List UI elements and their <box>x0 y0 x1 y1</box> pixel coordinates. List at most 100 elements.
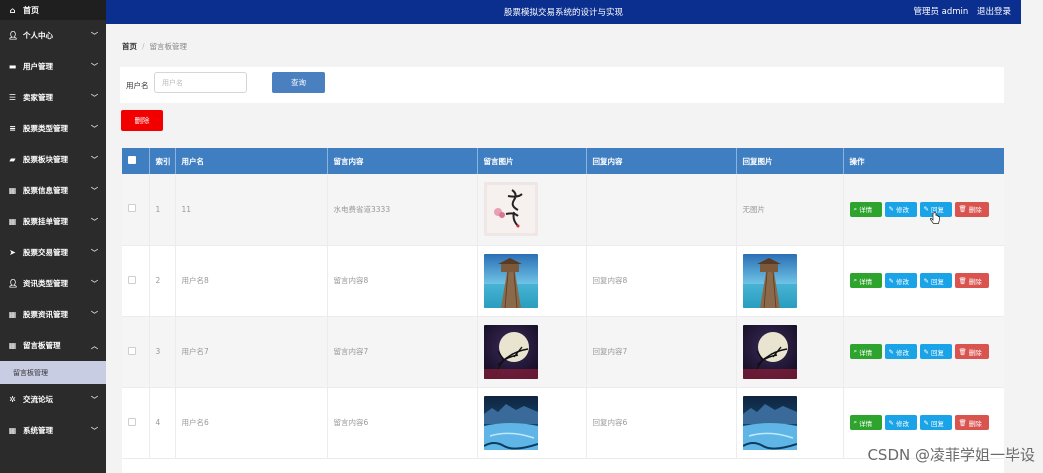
delete-button-label: 删除 <box>968 206 982 215</box>
row-reply <box>586 174 737 246</box>
main-content: 首页/留言板管理 用户名 查询 删除 索引 用户名 留言内容 留言图片 回复内容… <box>106 24 1021 473</box>
sidebar-subitem-active[interactable]: 留言板管理 <box>0 361 106 384</box>
trash-icon: 🗑︎ <box>958 205 967 214</box>
sidebar-item[interactable]: ☰ 卖家管理 ﹀ <box>0 82 106 113</box>
row-reply: 回复内容6 <box>586 387 737 459</box>
logout-link[interactable]: 退出登录 <box>977 7 1011 17</box>
row-checkbox[interactable] <box>128 204 136 213</box>
breadcrumb: 首页 / 留言板管理 <box>122 42 188 51</box>
delete-button[interactable]: 🗑︎ 删除 <box>954 273 989 288</box>
chevron-down-icon: ﹀ <box>91 186 98 195</box>
current-user: 管理员 admin <box>913 7 969 17</box>
search-icon: ⌕ <box>853 204 858 213</box>
sidebar-item[interactable]: ➤ 股票交易管理 ﹀ <box>0 237 106 268</box>
breadcrumb-current: 留言板管理 <box>149 42 188 51</box>
sidebar-item-label: 个人中心 <box>23 31 53 40</box>
batch-delete-button[interactable]: 删除 <box>121 110 163 131</box>
app-title: 股票模拟交易系统的设计与实现 <box>503 8 623 18</box>
column-header: 索引 <box>149 148 176 174</box>
row-content: 留言内容6 <box>327 387 478 459</box>
river-image[interactable] <box>483 395 538 450</box>
column-header: 回复内容 <box>586 148 737 174</box>
detail-button-label: 详情 <box>859 419 873 428</box>
home-icon: ⌂ <box>9 5 16 15</box>
detail-button[interactable]: ⌕ 详情 <box>849 344 882 359</box>
edit-button[interactable]: ✎ 修改 <box>884 201 917 217</box>
query-button[interactable]: 查询 <box>272 72 325 93</box>
table-header-row: 索引 用户名 留言内容 留言图片 回复内容 回复图片 操作 <box>122 148 1004 174</box>
sidebar-item-home[interactable]: ⌂ 首页 <box>0 0 106 20</box>
table-row: 2 用户名8 留言内容8 回复内容8 ⌕ 详情 ✎ 修改 ✎ 回复 🗑︎ 删除 <box>122 245 1004 317</box>
table-row: 1 11 水电费省道3333 无图片 ⌕ 详情 ✎ 修改 ✎ 回复 🗑︎ 删除 <box>122 174 1004 246</box>
username-search-input[interactable] <box>154 72 247 93</box>
reply-button[interactable]: ✎ 回复 <box>919 415 952 430</box>
pencil-icon: ✎ <box>888 205 894 214</box>
pier-image[interactable] <box>483 253 538 308</box>
sidebar-item-label: 系统管理 <box>23 426 53 435</box>
chevron-down-icon: ﹀ <box>91 217 98 226</box>
search-label: 用户名 <box>126 81 149 90</box>
grid-icon: ▦ <box>8 310 17 319</box>
table-row: 3 用户名7 留言内容7 回复内容7 ⌕ 详情 ✎ 修改 ✎ 回复 🗑︎ 删除 <box>122 316 1004 388</box>
pencil-icon: ✎ <box>923 347 929 356</box>
detail-button[interactable]: ⌕ 详情 <box>849 273 882 288</box>
row-checkbox[interactable] <box>128 417 136 426</box>
edit-button[interactable]: ✎ 修改 <box>884 344 917 359</box>
chevron-down-icon: ﹀ <box>91 248 98 257</box>
reply-button[interactable]: ✎ 回复 <box>919 344 952 359</box>
no-image-text: 无图片 <box>742 204 766 214</box>
edit-button[interactable]: ✎ 修改 <box>884 273 917 288</box>
sidebar-item[interactable]: ▦ 留言板管理 ︿ <box>0 330 106 361</box>
detail-button[interactable]: ⌕ 详情 <box>849 415 882 430</box>
sliders-icon: ☰ <box>8 93 17 102</box>
edit-button-label: 修改 <box>895 419 909 428</box>
sidebar-item[interactable]: ≡ 股票类型管理 ﹀ <box>0 113 106 144</box>
river-image[interactable] <box>742 395 797 450</box>
sidebar-item[interactable]: ▦ 股票信息管理 ﹀ <box>0 175 106 206</box>
reply-button[interactable]: ✎ 回复 <box>919 273 952 288</box>
chat-icon: ▰ <box>9 155 16 164</box>
sidebar-item[interactable]: ▦ 股票挂单管理 ﹀ <box>0 206 106 237</box>
detail-button[interactable]: ⌕ 详情 <box>849 201 882 217</box>
pier-image[interactable] <box>742 253 797 308</box>
delete-button[interactable]: 🗑︎ 删除 <box>954 201 989 217</box>
column-header: 用户名 <box>175 148 328 174</box>
calligraphy-image[interactable] <box>483 182 538 237</box>
sidebar-item-label: 股票交易管理 <box>23 248 68 257</box>
sidebar-item-label: 股票信息管理 <box>23 186 68 195</box>
row-checkbox-cell <box>122 245 150 317</box>
user-icon: 👤︎ <box>8 31 19 40</box>
row-reply-image-cell <box>736 245 844 317</box>
row-checkbox-cell <box>122 174 150 246</box>
chevron-down-icon: ﹀ <box>91 310 98 319</box>
row-actions: ⌕ 详情 ✎ 修改 ✎ 回复 🗑︎ 删除 <box>843 316 1004 388</box>
chevron-down-icon: ﹀ <box>91 124 98 133</box>
chevron-down-icon: ﹀ <box>91 279 98 288</box>
edit-button[interactable]: ✎ 修改 <box>884 415 917 430</box>
column-header: 回复图片 <box>736 148 844 174</box>
delete-button[interactable]: 🗑︎ 删除 <box>954 415 989 430</box>
sidebar-item-label: 资讯类型管理 <box>23 279 68 288</box>
moon-image[interactable] <box>742 324 797 379</box>
trash-icon: 🗑︎ <box>958 276 967 285</box>
reply-button-label: 回复 <box>930 348 944 357</box>
sidebar-item-label: 首页 <box>23 5 39 15</box>
watermark: CSDN @凌菲学姐一毕设 <box>867 446 1035 464</box>
sidebar-item[interactable]: ▬ 用户管理 ﹀ <box>0 51 106 82</box>
select-all-checkbox[interactable] <box>128 156 136 164</box>
edit-button-label: 修改 <box>895 206 909 215</box>
sidebar-item[interactable]: ▦ 股票资讯管理 ﹀ <box>0 299 106 330</box>
row-image-cell <box>477 387 587 459</box>
row-checkbox[interactable] <box>128 346 136 355</box>
breadcrumb-home[interactable]: 首页 <box>122 42 137 51</box>
sidebar-item[interactable]: 👤︎ 个人中心 ﹀ <box>0 20 106 51</box>
row-checkbox[interactable] <box>128 275 136 284</box>
sidebar-item[interactable]: 👤︎ 资讯类型管理 ﹀ <box>0 268 106 299</box>
sidebar-item[interactable]: ✲ 交流论坛 ﹀ <box>0 384 106 415</box>
delete-button[interactable]: 🗑︎ 删除 <box>954 344 989 359</box>
row-username: 用户名7 <box>175 316 328 388</box>
row-content: 留言内容8 <box>327 245 478 317</box>
sidebar-item[interactable]: ▰ 股票板块管理 ﹀ <box>0 144 106 175</box>
sidebar-item[interactable]: ▦ 系统管理 ﹀ <box>0 415 106 446</box>
moon-image[interactable] <box>483 324 538 379</box>
